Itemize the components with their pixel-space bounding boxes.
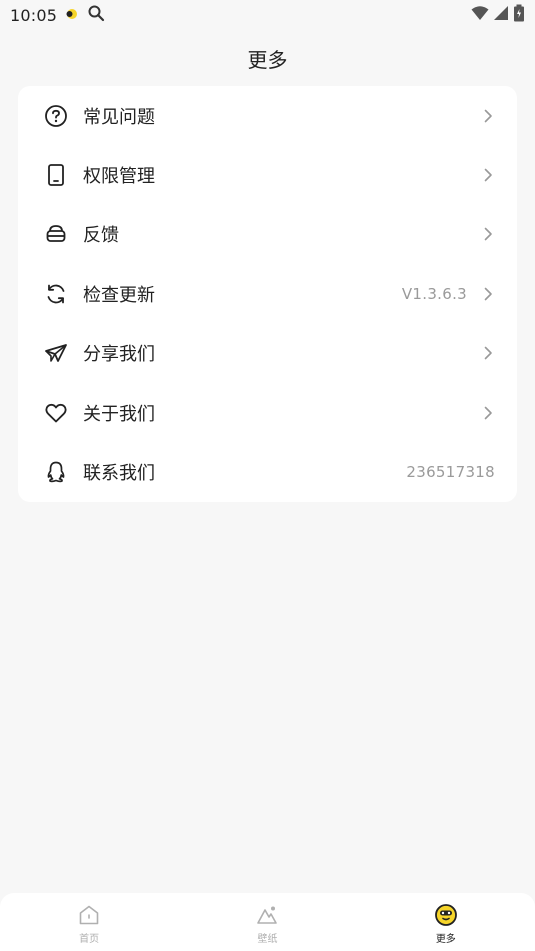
page-title: 更多 bbox=[247, 47, 288, 72]
home-icon bbox=[77, 903, 101, 927]
wallpaper-icon bbox=[255, 903, 279, 927]
phone-icon bbox=[44, 163, 68, 187]
nav-label: 首页 bbox=[79, 934, 100, 945]
menu-item-label: 检查更新 bbox=[83, 284, 155, 306]
menu-item-label: 常见问题 bbox=[83, 106, 155, 128]
nav-label: 更多 bbox=[435, 934, 456, 945]
status-right bbox=[471, 4, 525, 26]
app-version-value: V1.3.6.3 bbox=[401, 284, 467, 303]
menu-card: 常见问题 权限管理 反馈 检查更新 V1.3.6.3 分享我们 关于我们 联系我… bbox=[18, 86, 517, 502]
chevron-right-icon bbox=[481, 346, 495, 360]
menu-item-label: 权限管理 bbox=[83, 166, 155, 188]
qq-icon bbox=[44, 460, 68, 484]
menu-item-label: 分享我们 bbox=[83, 344, 155, 366]
menu-item-permissions[interactable]: 权限管理 bbox=[18, 145, 517, 204]
refresh-icon bbox=[44, 282, 68, 306]
status-left: 10:05 bbox=[10, 4, 105, 26]
menu-item-check-update[interactable]: 检查更新 V1.3.6.3 bbox=[18, 264, 517, 323]
heart-icon bbox=[44, 401, 68, 425]
chevron-right-icon bbox=[481, 168, 495, 182]
menu-item-label: 反馈 bbox=[83, 225, 119, 247]
nav-item-home[interactable]: 首页 bbox=[0, 893, 178, 951]
menu-item-faq[interactable]: 常见问题 bbox=[18, 86, 517, 145]
bottom-nav: 首页 壁纸 更多 bbox=[0, 893, 535, 951]
status-time: 10:05 bbox=[10, 5, 58, 25]
nav-label: 壁纸 bbox=[257, 934, 278, 945]
chevron-right-icon bbox=[481, 287, 495, 301]
chevron-right-icon bbox=[481, 109, 495, 123]
contact-number-value: 236517318 bbox=[406, 463, 495, 482]
help-circle-icon bbox=[44, 104, 68, 128]
wifi-icon bbox=[471, 5, 489, 25]
signal-icon bbox=[493, 5, 509, 25]
battery-icon bbox=[513, 4, 525, 26]
status-bar: 10:05 bbox=[0, 0, 535, 30]
menu-item-label: 关于我们 bbox=[83, 403, 155, 425]
menu-item-label: 联系我们 bbox=[83, 463, 155, 485]
menu-item-feedback[interactable]: 反馈 bbox=[18, 205, 517, 264]
nav-item-more[interactable]: 更多 bbox=[357, 893, 535, 951]
feedback-box-icon bbox=[44, 222, 68, 246]
chevron-right-icon bbox=[481, 406, 495, 420]
notification-dot-icon bbox=[65, 6, 79, 25]
smiley-icon bbox=[434, 903, 458, 927]
chevron-right-icon bbox=[481, 227, 495, 241]
menu-item-share[interactable]: 分享我们 bbox=[18, 324, 517, 383]
menu-item-contact[interactable]: 联系我们 236517318 bbox=[18, 442, 517, 501]
search-icon bbox=[87, 4, 105, 26]
nav-item-wallpaper[interactable]: 壁纸 bbox=[178, 893, 356, 951]
paper-plane-icon bbox=[44, 341, 68, 365]
more-screen: 10:05 更多 常见问题 权限管理 反馈 检查更新 V1.3.6.3 分享我们… bbox=[0, 0, 535, 951]
menu-item-about[interactable]: 关于我们 bbox=[18, 383, 517, 442]
